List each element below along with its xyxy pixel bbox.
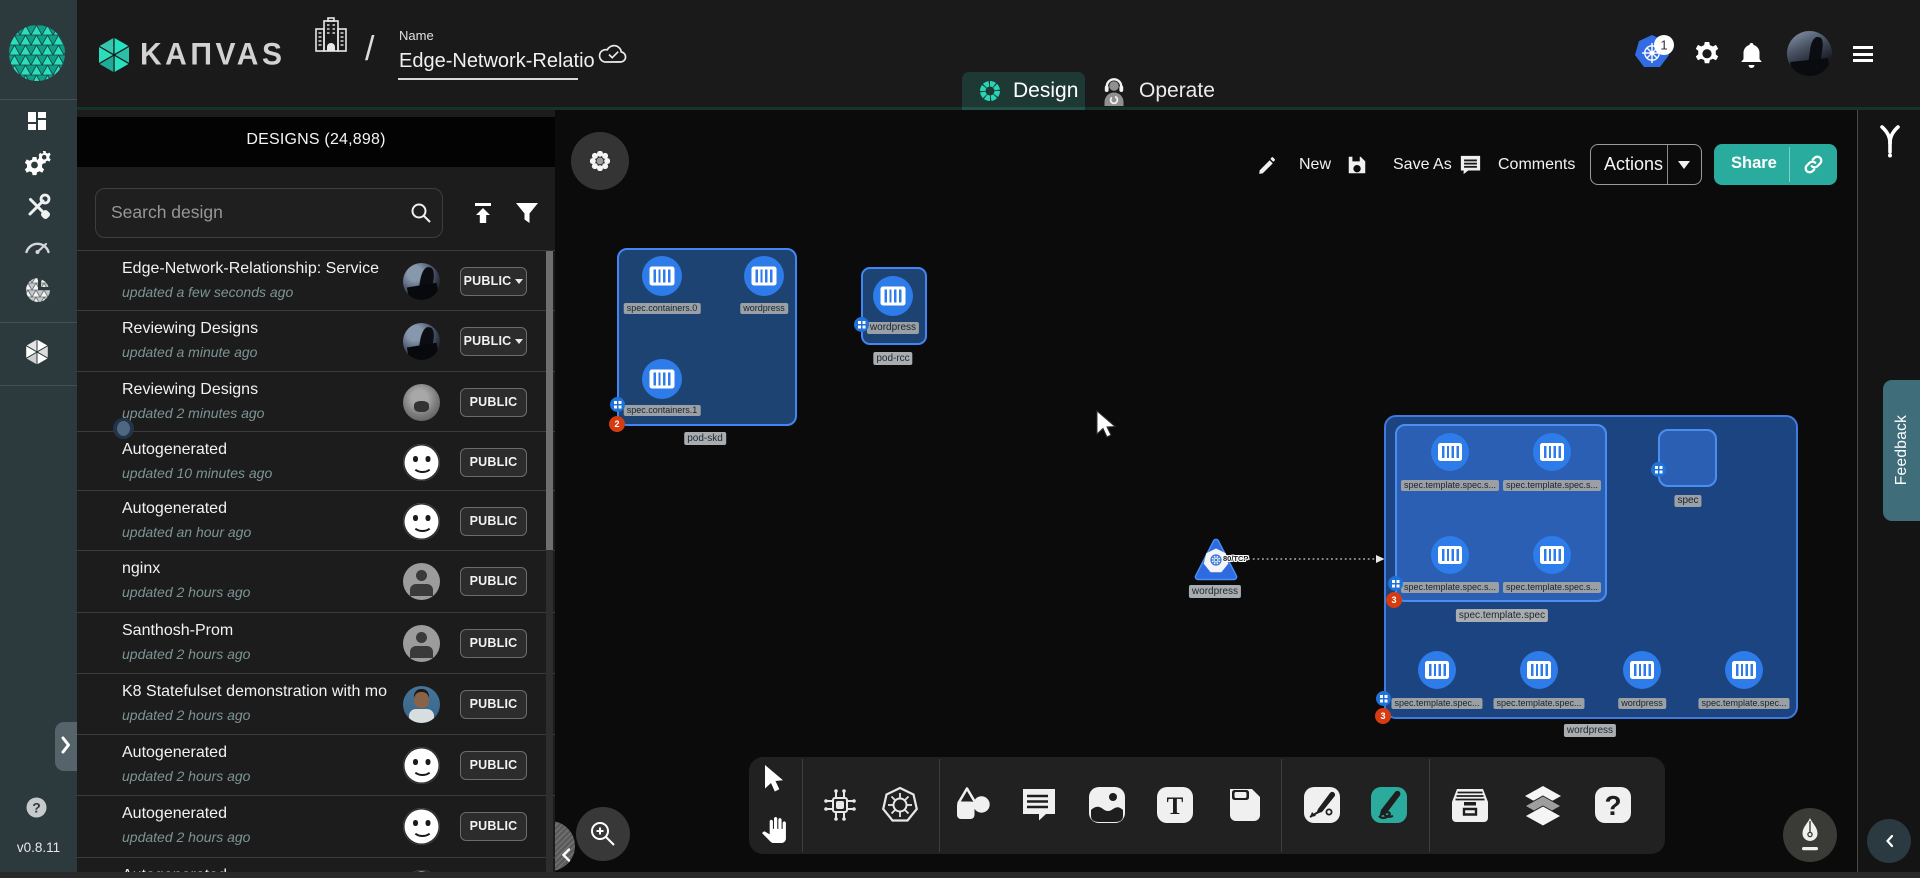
svg-text:1: 1: [1660, 38, 1667, 53]
svg-text:?: ?: [1604, 790, 1621, 821]
svg-text:T: T: [1167, 793, 1184, 820]
svg-text:?: ?: [32, 800, 41, 816]
